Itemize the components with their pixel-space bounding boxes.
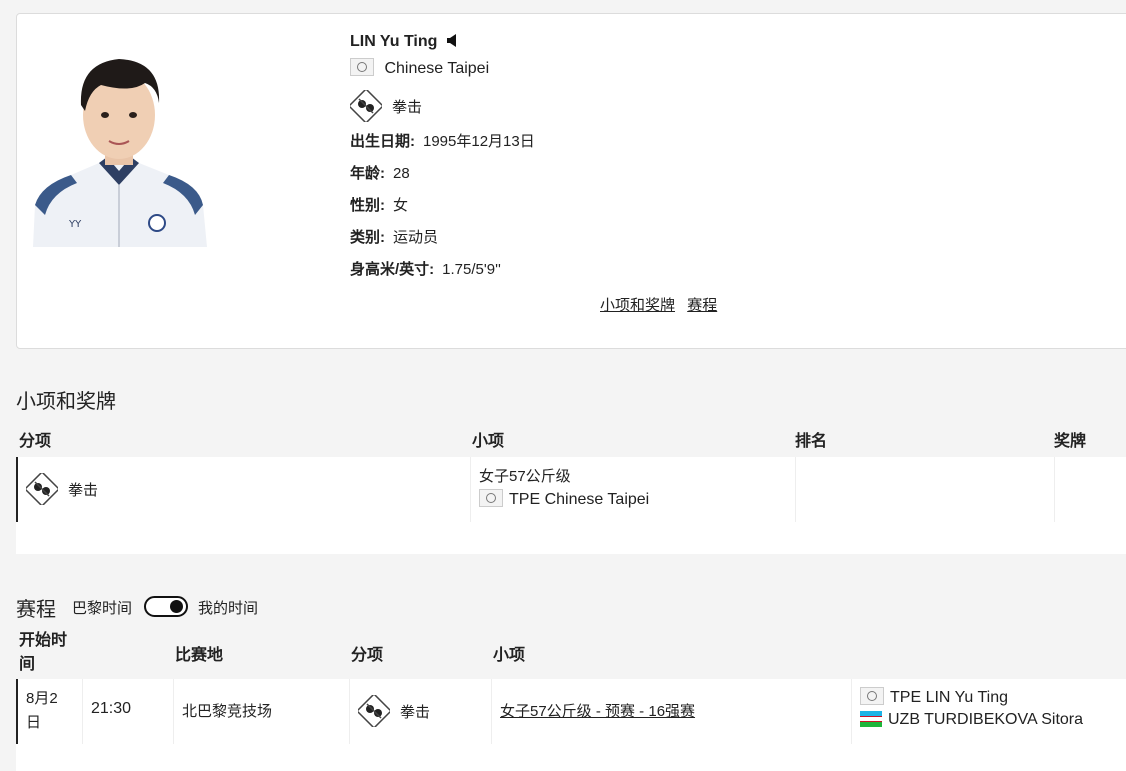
timezone-toggle[interactable]	[144, 596, 188, 617]
events-discipline: 拳击	[68, 481, 99, 499]
svg-text:YY: YY	[68, 219, 82, 230]
col-discipline: 分项	[19, 433, 52, 450]
field-value: 1995年12月13日	[423, 133, 535, 150]
speaker-icon[interactable]	[446, 33, 460, 53]
athlete-photo: YY	[31, 45, 207, 247]
schedule-section-title: 赛程	[16, 599, 56, 621]
sched-date-cell: 8月2日	[18, 679, 83, 744]
sched-date: 8月2日	[26, 690, 58, 731]
athlete-sport-row: 拳击	[350, 90, 422, 122]
events-discipline-cell: 拳击	[18, 457, 471, 522]
profile-links: 小项和奖牌 赛程	[600, 294, 725, 315]
events-event: 女子57公斤级	[479, 468, 571, 485]
events-team-row: TPE Chinese Taipei	[479, 489, 649, 509]
toggle-knob	[170, 600, 183, 613]
events-row: 拳击 女子57公斤级 TPE Chinese Taipei	[16, 457, 1126, 522]
col-venue: 比赛地	[175, 647, 224, 664]
col-sched-event: 小项	[493, 647, 526, 664]
sched-event-link[interactable]: 女子57公斤级 - 预赛 - 16强赛	[500, 700, 695, 721]
field-value: 女	[393, 197, 409, 214]
events-event-cell: 女子57公斤级 TPE Chinese Taipei	[471, 457, 796, 522]
athlete-country: Chinese Taipei	[384, 60, 490, 77]
competitor-name: UZB TURDIBEKOVA Sitora	[888, 711, 1084, 728]
boxing-icon	[350, 90, 382, 122]
events-section-title: 小项和奖牌	[16, 391, 116, 413]
field-label: 身高米/英寸:	[350, 261, 435, 278]
events-medal-cell	[1055, 457, 1126, 522]
competitor-name: TPE LIN Yu Ting	[890, 689, 1008, 706]
col-start-time: 开始时间	[19, 632, 68, 673]
field-value: 运动员	[393, 229, 439, 246]
events-rank-cell	[796, 457, 1055, 522]
sched-time: 21:30	[91, 700, 132, 717]
athlete-name: LIN Yu Ting	[350, 33, 438, 50]
flag-icon	[479, 489, 503, 507]
athlete-card: YY LIN Yu Ting Chinese Taipei 拳击 出生日期: 1…	[16, 13, 1126, 349]
athlete-sport: 拳击	[392, 98, 423, 116]
sched-venue: 北巴黎竞技场	[182, 703, 273, 720]
boxing-icon	[26, 473, 58, 505]
schedule-bottom	[16, 744, 1126, 771]
toggle-label-mine: 我的时间	[198, 600, 259, 617]
flag-icon	[350, 58, 374, 76]
field-birthdate: 出生日期: 1995年12月13日	[350, 130, 535, 151]
events-team: TPE Chinese Taipei	[509, 491, 650, 508]
field-value: 1.75/5'9''	[442, 261, 501, 278]
sched-event-cell: 女子57公斤级 - 预赛 - 16强赛	[492, 679, 852, 744]
col-medal: 奖牌	[1054, 433, 1087, 450]
field-label: 性别:	[350, 197, 385, 214]
sched-competitors-cell: TPE LIN Yu Ting UZB TURDIBEKOVA Sitora	[852, 679, 1126, 744]
sched-discipline: 拳击	[400, 703, 431, 721]
field-category: 类别: 运动员	[350, 226, 438, 247]
field-value: 28	[393, 165, 410, 182]
sched-discipline-cell: 拳击	[350, 679, 492, 744]
field-age: 年龄: 28	[350, 162, 410, 183]
flag-icon	[860, 687, 884, 705]
field-gender: 性别: 女	[350, 194, 408, 215]
boxing-icon	[358, 695, 390, 727]
field-label: 年龄:	[350, 165, 385, 182]
link-schedule[interactable]: 赛程	[687, 297, 717, 314]
field-height: 身高米/英寸: 1.75/5'9''	[350, 258, 501, 279]
col-event: 小项	[472, 433, 505, 450]
flag-icon	[860, 711, 882, 727]
athlete-name-row: LIN Yu Ting	[350, 33, 460, 53]
schedule-row: 8月2日 21:30 北巴黎竞技场 拳击 女子57公斤级 - 预赛 - 16强赛…	[16, 679, 1126, 744]
sched-time-cell: 21:30	[83, 679, 174, 744]
field-label: 类别:	[350, 229, 385, 246]
events-spacer	[16, 522, 1126, 554]
competitor-tpe: TPE LIN Yu Ting	[860, 687, 1008, 707]
col-sched-discipline: 分项	[351, 647, 384, 664]
col-rank: 排名	[795, 433, 828, 450]
field-label: 出生日期:	[350, 133, 415, 150]
toggle-label-paris: 巴黎时间	[72, 600, 133, 617]
sched-venue-cell: 北巴黎竞技场	[174, 679, 350, 744]
athlete-country-row: Chinese Taipei	[350, 58, 489, 78]
competitor-uzb: UZB TURDIBEKOVA Sitora	[860, 711, 1083, 729]
link-events-medals[interactable]: 小项和奖牌	[600, 297, 675, 314]
